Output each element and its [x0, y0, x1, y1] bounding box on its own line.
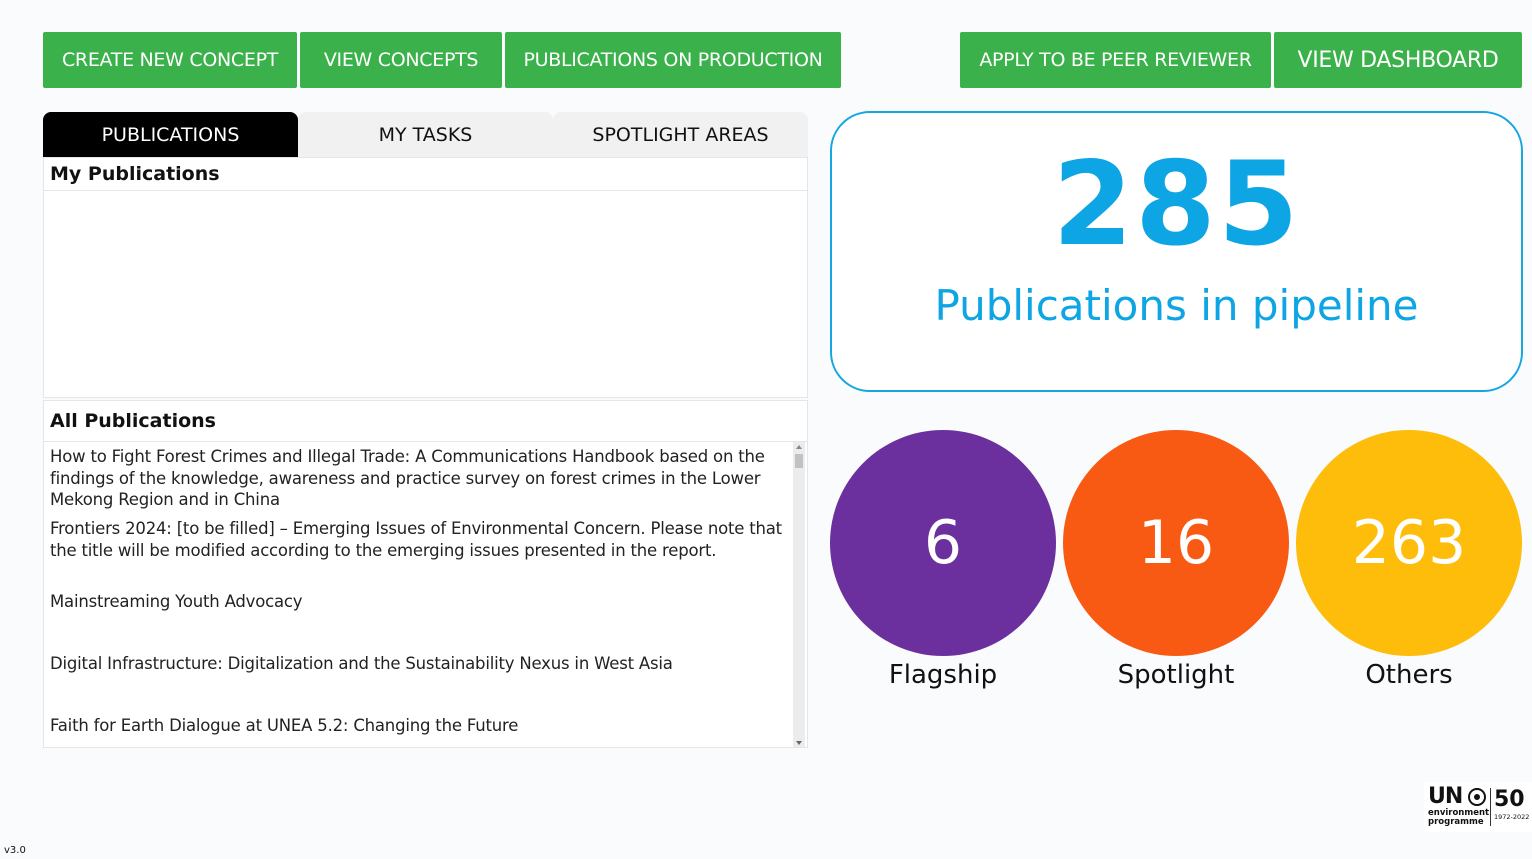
flagship-label: Flagship	[888, 660, 998, 690]
create-new-concept-button[interactable]: CREATE NEW CONCEPT	[43, 32, 297, 88]
unep-logo: UN environment programme 50 1972-2022	[1424, 782, 1532, 832]
view-dashboard-button[interactable]: VIEW DASHBOARD	[1274, 32, 1522, 88]
logo-environment-text: environment programme	[1428, 808, 1490, 827]
my-publications-list[interactable]	[43, 191, 808, 398]
tab-spotlight-areas[interactable]: SPOTLIGHT AREAS	[553, 112, 808, 157]
publication-list-item[interactable]: Mainstreaming Youth Advocacy	[50, 591, 790, 613]
spotlight-label: Spotlight	[1117, 660, 1235, 690]
publication-list-item[interactable]: Frontiers 2024: [to be filled] – Emergin…	[50, 518, 790, 561]
view-concepts-button[interactable]: VIEW CONCEPTS	[300, 32, 502, 88]
all-publications-list[interactable]: How to Fight Forest Crimes and Illegal T…	[43, 442, 808, 748]
logo-years-text: 1972-2022	[1494, 813, 1530, 821]
logo-divider	[1490, 788, 1491, 826]
pipeline-label: Publications in pipeline	[934, 281, 1419, 330]
spotlight-count-circle[interactable]: 16	[1063, 430, 1289, 656]
version-label: v3.0	[4, 845, 26, 856]
publication-list-item[interactable]: Digital Infrastructure: Digitalization a…	[50, 653, 790, 675]
flagship-count-circle[interactable]: 6	[830, 430, 1056, 656]
all-publications-header: All Publications	[43, 400, 808, 442]
publications-on-production-button[interactable]: PUBLICATIONS ON PRODUCTION	[505, 32, 841, 88]
apply-peer-reviewer-button[interactable]: APPLY TO BE PEER REVIEWER	[960, 32, 1271, 88]
pipeline-card: 285 Publications in pipeline	[830, 111, 1523, 392]
scrollbar-thumb[interactable]	[795, 454, 803, 468]
scroll-down-arrow-icon[interactable]	[796, 741, 802, 745]
scroll-up-arrow-icon[interactable]	[796, 445, 802, 449]
publication-list-item[interactable]: How to Fight Forest Crimes and Illegal T…	[50, 446, 790, 511]
logo-un-text: UN	[1428, 784, 1463, 809]
tab-publications[interactable]: PUBLICATIONS	[43, 112, 298, 157]
logo-anniversary-text: 50	[1494, 787, 1525, 812]
vertical-scrollbar[interactable]	[793, 442, 805, 747]
my-publications-header: My Publications	[43, 157, 808, 191]
un-emblem-icon	[1468, 788, 1486, 806]
others-label: Others	[1365, 660, 1453, 690]
app: CREATE NEW CONCEPT VIEW CONCEPTS PUBLICA…	[0, 0, 1532, 859]
publication-list-item[interactable]: Faith for Earth Dialogue at UNEA 5.2: Ch…	[50, 715, 790, 737]
others-count-circle[interactable]: 263	[1296, 430, 1522, 656]
pipeline-count: 285	[1052, 137, 1301, 272]
tab-my-tasks[interactable]: MY TASKS	[298, 112, 553, 157]
